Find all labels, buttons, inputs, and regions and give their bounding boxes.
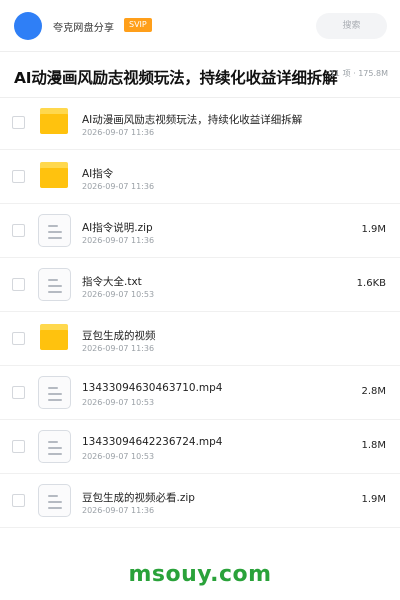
title-row: AI动漫画风励志视频玩法，持续化收益详细拆解 11 项 · 175.8M (0, 52, 400, 98)
file-name[interactable]: 豆包生成的视频 (82, 328, 156, 343)
file-name[interactable]: AI指令 (82, 166, 113, 181)
page-title: AI动漫画风励志视频玩法，持续化收益详细拆解 (14, 69, 338, 87)
folder-icon (40, 108, 68, 134)
file-list: AI动漫画风励志视频玩法，持续化收益详细拆解 2026-09-07 11:36 AI… (0, 96, 400, 528)
folder-icon (40, 162, 68, 188)
file-name[interactable]: AI指令说明.zip (82, 220, 153, 235)
file-date: 2026-09-07 11:36 (82, 128, 155, 137)
file-size: 2.8M (361, 386, 386, 397)
file-name[interactable]: 13433094642236724.mp4 (82, 436, 222, 448)
file-row[interactable]: 13433094630463710.mp4 2026-09-07 10:53 2.8… (0, 366, 400, 420)
select-checkbox[interactable] (12, 332, 25, 345)
file-name[interactable]: 指令大全.txt (82, 274, 142, 289)
file-date: 2026-09-07 10:53 (82, 290, 155, 299)
file-size: 1.6KB (356, 278, 386, 289)
top-bar: 夸克网盘分享 SVIP 搜索 (0, 0, 400, 52)
file-row[interactable]: AI动漫画风励志视频玩法，持续化收益详细拆解 2026-09-07 11:36 (0, 96, 400, 150)
document-icon (38, 376, 71, 409)
folder-icon (40, 324, 68, 350)
select-checkbox[interactable] (12, 386, 25, 399)
file-size: 1.9M (361, 224, 386, 235)
file-date: 2026-09-07 10:53 (82, 452, 155, 461)
file-size: 1.8M (361, 440, 386, 451)
svip-badge: SVIP (124, 18, 152, 32)
file-name[interactable]: 13433094630463710.mp4 (82, 382, 222, 394)
file-date: 2026-09-07 11:36 (82, 344, 155, 353)
file-name[interactable]: 豆包生成的视频必看.zip (82, 490, 195, 505)
document-icon (38, 268, 71, 301)
watermark: msouy.com (128, 562, 272, 587)
document-icon (38, 430, 71, 463)
share-meta: 11 项 · 175.8M (329, 69, 388, 78)
file-date: 2026-09-07 11:36 (82, 236, 155, 245)
select-checkbox[interactable] (12, 494, 25, 507)
file-name[interactable]: AI动漫画风励志视频玩法，持续化收益详细拆解 (82, 112, 302, 127)
search-input[interactable]: 搜索 (316, 13, 387, 39)
brand-label: 夸克网盘分享 (53, 23, 115, 34)
file-row[interactable]: 13433094642236724.mp4 2026-09-07 10:53 1.8… (0, 420, 400, 474)
select-checkbox[interactable] (12, 170, 25, 183)
select-checkbox[interactable] (12, 224, 25, 237)
select-checkbox[interactable] (12, 278, 25, 291)
file-row[interactable]: 指令大全.txt 2026-09-07 10:53 1.6KB (0, 258, 400, 312)
file-date: 2026-09-07 11:36 (82, 182, 155, 191)
file-row[interactable]: AI指令说明.zip 2026-09-07 11:36 1.9M (0, 204, 400, 258)
document-icon (38, 484, 71, 517)
file-size: 1.9M (361, 494, 386, 505)
file-date: 2026-09-07 11:36 (82, 506, 155, 515)
document-icon (38, 214, 71, 247)
file-date: 2026-09-07 10:53 (82, 398, 155, 407)
avatar[interactable] (14, 12, 42, 40)
file-row[interactable]: 豆包生成的视频必看.zip 2026-09-07 11:36 1.9M (0, 474, 400, 528)
select-checkbox[interactable] (12, 116, 25, 129)
select-checkbox[interactable] (12, 440, 25, 453)
file-row[interactable]: 豆包生成的视频 2026-09-07 11:36 (0, 312, 400, 366)
file-row[interactable]: AI指令 2026-09-07 11:36 (0, 150, 400, 204)
